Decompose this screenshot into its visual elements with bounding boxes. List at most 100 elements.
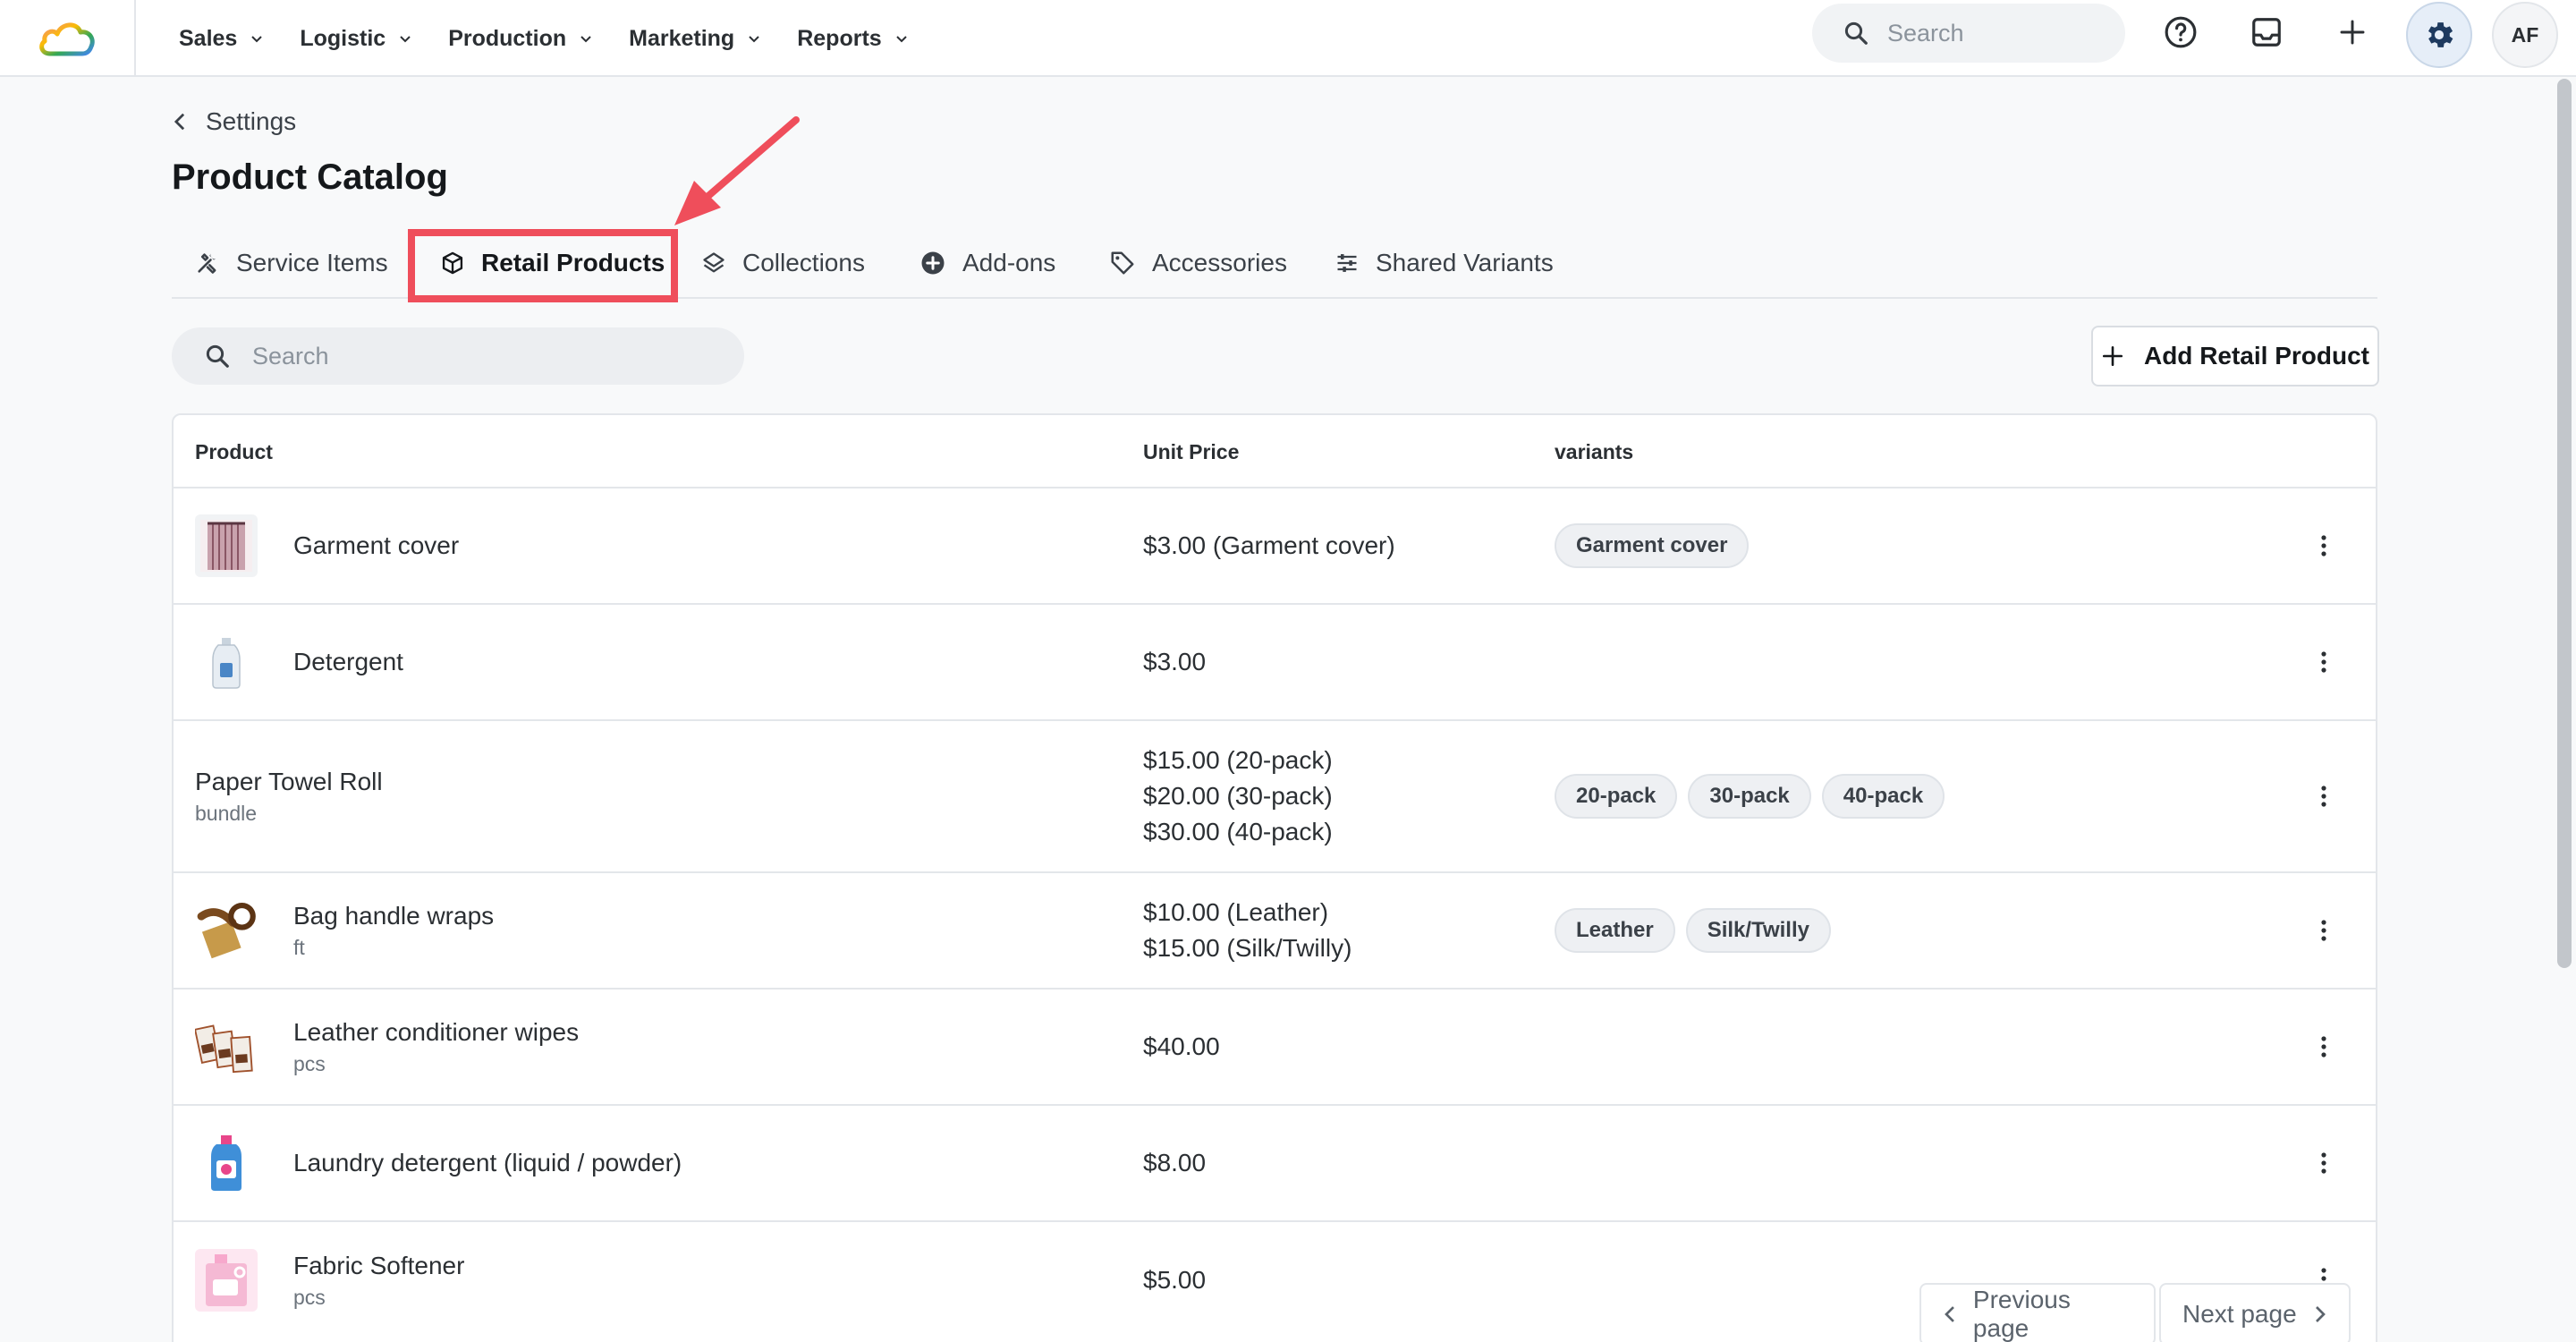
chevron-left-icon [174, 113, 185, 131]
tag-icon [1111, 251, 1134, 275]
plus-circle-icon [921, 251, 945, 275]
variant-chip: 40-pack [1821, 774, 1945, 819]
search-icon [206, 344, 229, 368]
unit-price: $5.00 [1143, 1266, 1207, 1294]
tab-accessories[interactable]: Accessories [1109, 229, 1287, 297]
tab-add-ons[interactable]: Add-ons [919, 229, 1055, 297]
row-actions-button[interactable] [2320, 1106, 2327, 1220]
more-vertical-icon [2321, 651, 2326, 673]
tab-shared-variants-label: Shared Variants [1376, 249, 1554, 276]
wipes-image [195, 1015, 258, 1078]
chevron-down-icon [749, 36, 759, 43]
top-navigation-bar: Sales Logistic Production Marketing Repo… [0, 0, 2576, 77]
table-header: Product Unit Price variants [174, 415, 2376, 488]
next-page-label: Next page [2182, 1300, 2297, 1328]
cloud-logo-icon [39, 22, 95, 56]
unit-price: $15.00 (Silk/Twilly) [1143, 934, 1352, 962]
help-button[interactable] [2156, 7, 2206, 57]
product-search-input[interactable] [252, 342, 449, 370]
nav-reports[interactable]: Reports [797, 26, 908, 52]
detergent-bottle-image [195, 631, 258, 693]
column-header-variants: variants [1555, 439, 1634, 463]
unit-price: $20.00 (30-pack) [1143, 782, 1333, 810]
more-vertical-icon [2321, 1152, 2326, 1174]
row-actions-button[interactable] [2320, 990, 2327, 1104]
avatar-initials: AF [2511, 22, 2539, 47]
previous-page-label: Previous page [1972, 1286, 2071, 1342]
chevron-down-icon [895, 36, 907, 43]
unit-price: $10.00 (Leather) [1143, 898, 1329, 926]
more-vertical-icon [2321, 786, 2326, 807]
column-header-unit-price: Unit Price [1143, 439, 1240, 463]
table-row[interactable]: Detergent $3.00 [174, 605, 2376, 721]
table-row[interactable]: Paper Towel Roll bundle $15.00 (20-pack)… [174, 721, 2376, 873]
search-icon [1844, 21, 1868, 45]
product-name: Detergent [293, 648, 403, 675]
nav-production-label: Production [448, 25, 567, 51]
global-search[interactable] [1812, 4, 2125, 63]
product-name: Garment cover [293, 531, 460, 559]
previous-page-button[interactable]: Previous page [1919, 1283, 2156, 1342]
table-row[interactable]: Bag handle wraps ft $10.00 (Leather) $15… [174, 873, 2376, 990]
back-to-settings-link[interactable]: Settings [172, 107, 296, 136]
nav-sales[interactable]: Sales [179, 26, 264, 52]
back-link-label: Settings [206, 107, 297, 135]
annotation-highlight-box [408, 229, 678, 302]
chevron-left-icon [1945, 1306, 1954, 1322]
table-row[interactable]: Leather conditioner wipes pcs $40.00 [174, 990, 2376, 1106]
tab-shared-variants[interactable]: Shared Variants [1335, 229, 1554, 297]
table-row[interactable]: Laundry detergent (liquid / powder) $8.0… [174, 1106, 2376, 1222]
create-button[interactable] [2327, 7, 2377, 57]
table-row[interactable]: Garment cover $3.00 (Garment cover) Garm… [174, 488, 2376, 605]
retail-products-table: Product Unit Price variants Garment cove… [172, 413, 2377, 1342]
more-vertical-icon [2321, 535, 2326, 556]
page-title: Product Catalog [172, 157, 448, 197]
nav-marketing[interactable]: Marketing [629, 26, 761, 52]
row-actions-button[interactable] [2320, 605, 2327, 719]
fabric-softener-image [195, 1249, 258, 1312]
product-unit: ft [293, 935, 305, 959]
tab-service-items-label: Service Items [236, 249, 388, 276]
laundry-detergent-image [195, 1132, 258, 1194]
settings-button[interactable] [2406, 2, 2472, 68]
row-actions-button[interactable] [2320, 488, 2327, 603]
layers-icon [703, 252, 724, 273]
nav-reports-label: Reports [797, 25, 882, 51]
nav-sales-label: Sales [179, 25, 238, 51]
product-name: Laundry detergent (liquid / powder) [293, 1149, 682, 1176]
unit-price: $15.00 (20-pack) [1143, 746, 1333, 774]
user-avatar[interactable]: AF [2492, 2, 2558, 68]
variant-chip: Silk/Twilly [1685, 908, 1831, 953]
app-logo[interactable] [0, 0, 136, 77]
chevron-down-icon [251, 36, 263, 43]
add-retail-product-button[interactable]: Add Retail Product [2091, 326, 2379, 386]
unit-price: $30.00 (40-pack) [1143, 818, 1333, 845]
tab-collections-label: Collections [742, 249, 865, 276]
nav-production[interactable]: Production [448, 26, 593, 52]
global-search-input[interactable] [1887, 19, 2084, 47]
row-actions-button[interactable] [2320, 873, 2327, 988]
help-icon [2165, 16, 2197, 48]
product-unit: pcs [293, 1285, 326, 1309]
tab-service-items[interactable]: Service Items [195, 229, 388, 297]
annotation-arrow-icon [674, 116, 800, 225]
scrollbar-thumb[interactable] [2557, 79, 2572, 968]
nav-marketing-label: Marketing [629, 25, 735, 51]
product-search[interactable] [172, 327, 744, 385]
next-page-button[interactable]: Next page [2159, 1283, 2351, 1342]
nav-logistic[interactable]: Logistic [300, 26, 412, 52]
product-unit: bundle [195, 801, 258, 825]
tools-icon [198, 253, 216, 274]
row-actions-button[interactable] [2320, 721, 2327, 871]
tab-collections[interactable]: Collections [701, 229, 865, 297]
gear-icon [2428, 22, 2453, 47]
inbox-button[interactable] [2241, 7, 2292, 57]
tab-add-ons-label: Add-ons [962, 249, 1056, 276]
garment-cover-image [195, 514, 258, 577]
unit-price: $40.00 [1143, 1032, 1220, 1060]
variant-chip: Leather [1555, 908, 1675, 953]
tab-accessories-label: Accessories [1152, 249, 1287, 276]
nav-logistic-label: Logistic [300, 25, 386, 51]
product-name: Fabric Softener [293, 1251, 465, 1279]
variant-chip: Garment cover [1555, 523, 1750, 568]
